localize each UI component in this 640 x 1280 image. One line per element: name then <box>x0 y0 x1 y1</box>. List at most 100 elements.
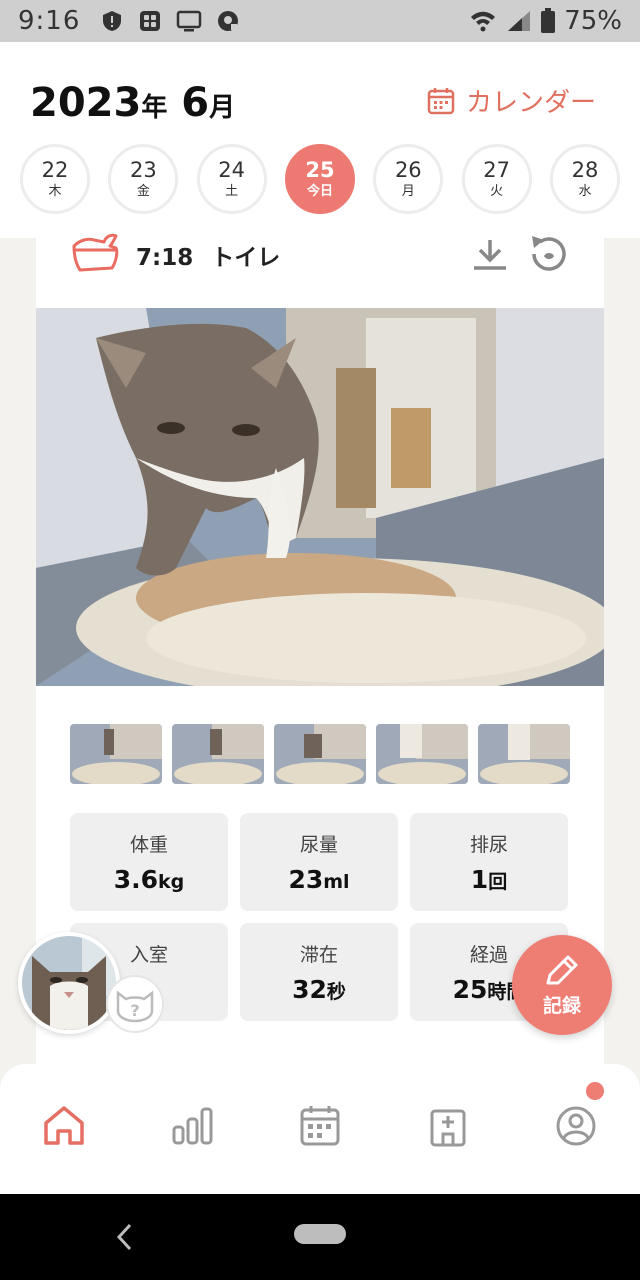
home-gesture-pill[interactable] <box>294 1224 346 1244</box>
stat-value: 3.6kg <box>114 865 185 894</box>
cat-avatar-button[interactable] <box>18 932 120 1034</box>
chart-icon <box>172 1107 213 1145</box>
back-icon[interactable] <box>114 1222 136 1252</box>
nav-profile[interactable] <box>546 1082 606 1156</box>
stat-urine-volume: 尿量 23ml <box>240 813 398 911</box>
day-weekday: 土 <box>225 184 239 199</box>
day-weekday: 月 <box>401 184 415 199</box>
event-header: 7:18 トイレ <box>36 233 604 298</box>
nav-stats[interactable] <box>162 1096 222 1156</box>
cat-avatar <box>22 936 116 1030</box>
day-weekday: 火 <box>490 184 504 199</box>
assistant-icon <box>218 11 239 31</box>
stat-label: 入室 <box>129 944 168 966</box>
pencil-icon <box>546 955 578 984</box>
wifi-icon <box>471 11 496 32</box>
profile-icon <box>556 1106 596 1146</box>
stat-unit: 回 <box>488 871 508 893</box>
day-27[interactable]: 27 火 <box>461 144 532 214</box>
stat-label: 尿量 <box>299 834 338 856</box>
thumbnail-3[interactable] <box>274 724 366 784</box>
calendar-link-label: カレンダー <box>465 88 596 118</box>
stat-unit: ml <box>323 871 350 893</box>
stat-number: 25 <box>452 975 488 1004</box>
stat-urination-count: 排尿 1回 <box>410 813 568 911</box>
unknown-cat-icon: ? <box>116 990 154 1023</box>
notification-dot <box>586 1082 604 1100</box>
stat-stay: 滞在 32秒 <box>240 923 398 1021</box>
record-button[interactable]: 記録 <box>512 935 612 1035</box>
day-25-today[interactable]: 25 今日 <box>284 144 355 214</box>
signal-icon <box>508 11 531 31</box>
event-title: 7:18 トイレ <box>136 238 298 272</box>
calendar-icon <box>427 87 455 114</box>
stat-value: 23ml <box>288 865 349 894</box>
month-title: 2023年 6月 <box>30 80 235 126</box>
day-number: 25 <box>305 158 335 182</box>
system-nav-bar <box>0 1194 640 1280</box>
hospital-icon <box>430 1109 466 1147</box>
day-weekday: 水 <box>578 184 592 199</box>
litter-box-photo[interactable] <box>36 308 604 686</box>
nav-calendar[interactable] <box>290 1096 350 1156</box>
unknown-cat-button[interactable]: ? <box>106 975 164 1033</box>
stat-number: 23 <box>288 865 324 894</box>
status-bar: 9:16 75% <box>0 0 640 42</box>
day-23[interactable]: 23 金 <box>108 144 179 214</box>
day-number: 23 <box>129 158 157 182</box>
event-time: 7:18 <box>136 245 194 271</box>
photo-thumbnails <box>70 724 570 784</box>
day-weekday: 今日 <box>306 184 333 199</box>
stat-number: 32 <box>292 975 327 1004</box>
day-number: 27 <box>483 158 510 182</box>
stat-weight: 体重 3.6kg <box>70 813 228 911</box>
bottom-nav <box>0 1064 640 1194</box>
day-22[interactable]: 22 木 <box>20 144 90 214</box>
day-number: 28 <box>571 158 599 182</box>
day-weekday: 木 <box>48 184 62 199</box>
stat-value: 32秒 <box>292 975 346 1004</box>
day-number: 24 <box>218 158 246 182</box>
monitor-icon <box>177 10 202 32</box>
day-number: 26 <box>394 158 422 182</box>
download-icon[interactable] <box>470 238 510 272</box>
stat-label: 体重 <box>129 834 168 856</box>
stat-label: 排尿 <box>469 834 508 856</box>
calendar-icon <box>300 1106 340 1146</box>
home-icon <box>44 1106 84 1145</box>
replay-icon[interactable] <box>526 232 572 274</box>
nav-home[interactable] <box>34 1096 94 1156</box>
day-strip: 22 木 23 金 24 土 25 今日 26 月 27 火 28 水 <box>20 144 620 214</box>
stat-number: 1 <box>470 865 489 894</box>
day-26[interactable]: 26 月 <box>373 144 444 214</box>
month-text: 6 <box>181 80 210 126</box>
calendar-link[interactable]: カレンダー <box>426 82 596 119</box>
record-label: 記録 <box>542 994 581 1017</box>
thumbnail-5[interactable] <box>478 724 570 784</box>
stat-value: 1回 <box>471 865 507 894</box>
status-time: 9:16 <box>18 6 81 36</box>
day-28[interactable]: 28 水 <box>549 144 620 214</box>
event-type: トイレ <box>211 245 281 271</box>
thumbnail-1[interactable] <box>70 724 162 784</box>
month-suffix: 月 <box>209 93 236 123</box>
stat-unit: kg <box>158 871 185 893</box>
nav-hospital[interactable] <box>418 1096 478 1156</box>
shield-icon <box>103 11 122 31</box>
day-24[interactable]: 24 土 <box>196 144 267 214</box>
day-weekday: 金 <box>136 184 150 199</box>
day-number: 22 <box>41 158 69 182</box>
stat-unit: 秒 <box>326 981 346 1003</box>
year-suffix: 年 <box>141 93 168 123</box>
thumbnail-2[interactable] <box>172 724 264 784</box>
svg-text:?: ? <box>130 1001 139 1020</box>
stat-number: 3.6 <box>113 865 159 894</box>
apps-icon <box>140 11 161 31</box>
stat-label: 経過 <box>469 944 508 966</box>
battery-percent: 75% <box>564 6 622 36</box>
thumbnail-4[interactable] <box>376 724 468 784</box>
stat-label: 滞在 <box>299 944 338 966</box>
year-text: 2023 <box>30 80 142 126</box>
litter-box-icon <box>72 233 119 272</box>
date-header: 2023年 6月 カレンダー 22 木 23 金 24 土 25 今日 26 月 27 火 … <box>0 42 640 238</box>
